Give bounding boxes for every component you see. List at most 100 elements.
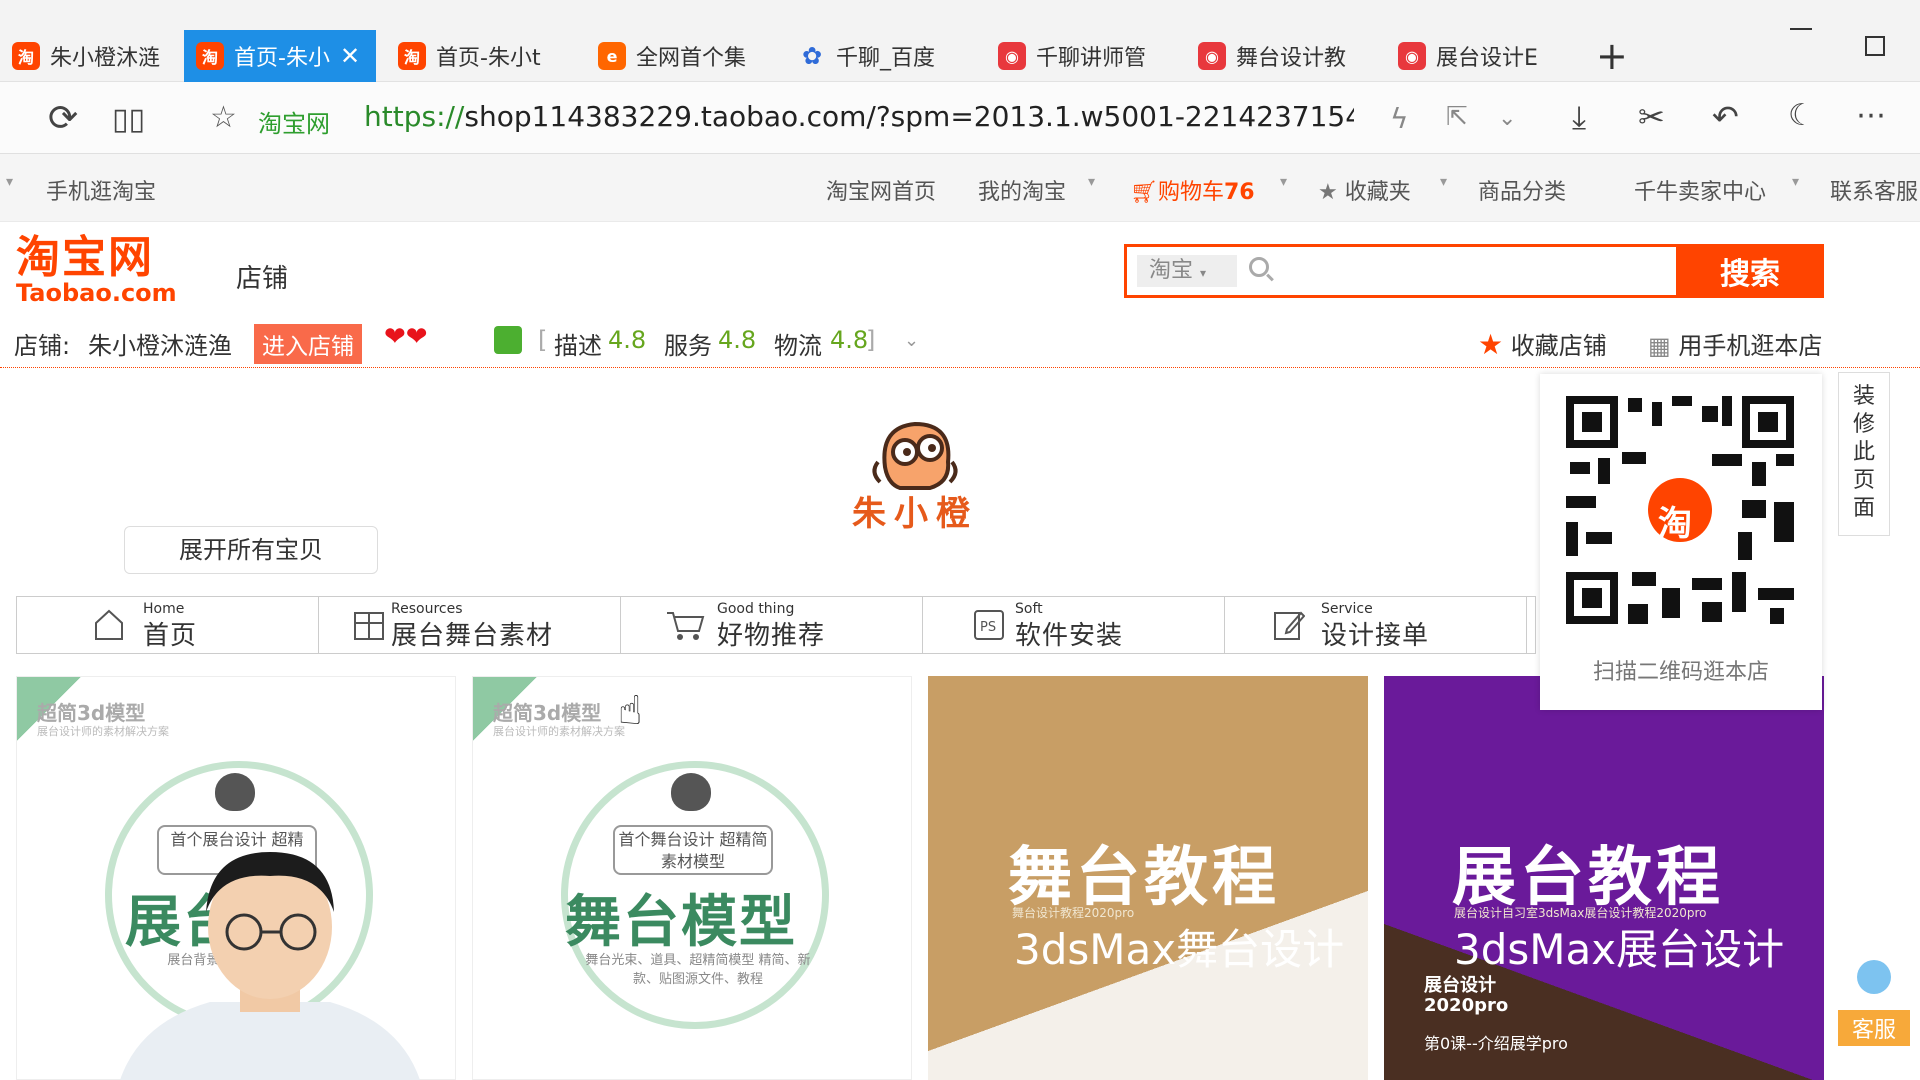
cart-icon bbox=[667, 612, 705, 640]
night-mode-icon[interactable]: ☾ bbox=[1788, 98, 1815, 133]
qr-code-icon: ▦ bbox=[1648, 332, 1671, 360]
tab-4[interactable]: ✿ 千聊_百度 bbox=[786, 30, 966, 82]
tab-6[interactable]: ◉ 舞台设计教 bbox=[1186, 30, 1366, 82]
url-path: /?spm=2013.1.w5001-22142371546.3.36d4 bbox=[866, 100, 1354, 133]
address-bar: ⟳ ▯▯ ☆ 淘宝网 https://shop114383229.taobao.… bbox=[0, 82, 1920, 154]
nav-my-taobao[interactable]: 我的淘宝 bbox=[978, 174, 1066, 206]
taobao-icon: 淘 bbox=[12, 42, 40, 70]
mobile-shop-link[interactable]: ▦ 用手机逛本店 bbox=[1648, 326, 1822, 361]
category-good-thing[interactable]: Good thing 好物推荐 bbox=[621, 597, 923, 653]
qianliao-icon: ◉ bbox=[998, 42, 1026, 70]
category-soft[interactable]: PS Soft 软件安装 bbox=[923, 597, 1225, 653]
more-icon[interactable]: ⋯ bbox=[1856, 98, 1886, 133]
head-icon bbox=[671, 773, 711, 811]
star-icon: ★ bbox=[1478, 328, 1504, 361]
category-home[interactable]: Home 首页 bbox=[17, 597, 319, 653]
undo-icon[interactable]: ↶ bbox=[1712, 98, 1739, 136]
category-cn: 首页 bbox=[143, 621, 198, 651]
tab-1[interactable]: 淘 首页-朱小 ✕ bbox=[184, 30, 376, 82]
nav-favorites[interactable]: ★ 收藏夹 bbox=[1318, 174, 1411, 206]
search-box: 淘宝 ▾ 搜索 bbox=[1124, 244, 1824, 298]
qianliao-icon: ◉ bbox=[1198, 42, 1226, 70]
star-icon: ★ bbox=[1318, 180, 1338, 205]
shop-prefix: 店铺: bbox=[14, 332, 71, 360]
tab-0[interactable]: 淘 朱小橙沐涟 bbox=[0, 30, 180, 82]
search-input[interactable] bbox=[1239, 251, 1709, 291]
product-card-1[interactable]: 超简3d模型 展台设计师的素材解决方案 首个舞台设计 超精简素材模型 舞台模型 … bbox=[472, 676, 912, 1080]
favorite-star-icon[interactable]: ☆ bbox=[210, 100, 237, 135]
maximize-icon[interactable] bbox=[1865, 36, 1885, 56]
product-card-2[interactable]: 舞台教程 舞台设计教程2020pro 3dsMax舞台设计 bbox=[928, 676, 1368, 1080]
download-icon[interactable]: ⤓ bbox=[1572, 98, 1586, 137]
cart-icon: 🛒︎ bbox=[1130, 180, 1158, 205]
nav-cart[interactable]: 🛒︎购物车76 bbox=[1130, 174, 1255, 206]
svg-text:PS: PS bbox=[980, 620, 996, 635]
card-subtag: 展台设计师的素材解决方案 bbox=[493, 725, 625, 738]
edit-icon bbox=[1274, 611, 1305, 640]
scissors-icon[interactable]: ✂ bbox=[1638, 98, 1665, 136]
card-small-text: 舞台光束、道具、超精简模型 精简、新款、贴图源文件、教程 bbox=[585, 953, 811, 987]
category-resources[interactable]: Resources 展台舞台素材 bbox=[319, 597, 621, 653]
category-cn: 软件安装 bbox=[1015, 621, 1124, 651]
taobao-logo[interactable]: 淘宝网 Taobao.com bbox=[16, 236, 186, 308]
new-tab-icon[interactable]: + bbox=[1596, 34, 1628, 78]
search-button[interactable]: 搜索 bbox=[1676, 244, 1824, 298]
logo-en: Taobao.com bbox=[16, 279, 177, 307]
minimize-icon[interactable] bbox=[1790, 28, 1812, 30]
fav-shop-label: 收藏店铺 bbox=[1510, 332, 1607, 360]
home-icon bbox=[95, 609, 123, 640]
nav-taobao-home[interactable]: 淘宝网首页 bbox=[826, 174, 936, 206]
nav-seller-center[interactable]: 千牛卖家中心 bbox=[1634, 174, 1766, 206]
logistics-score: 4.8 bbox=[830, 326, 869, 354]
tab-7[interactable]: ◉ 展台设计E bbox=[1386, 30, 1566, 82]
search-scope-select[interactable]: 淘宝 ▾ bbox=[1137, 255, 1237, 287]
cart-count: 76 bbox=[1223, 180, 1255, 205]
shop-name[interactable]: 朱小橙沐涟渔 bbox=[88, 326, 232, 361]
enter-shop-button[interactable]: 进入店铺 bbox=[254, 324, 362, 364]
card-lesson: 第0课--介绍展学pro bbox=[1424, 1034, 1568, 1053]
qianliao-icon: ◉ bbox=[1398, 42, 1426, 70]
chevron-down-icon[interactable]: ⌄ bbox=[1498, 106, 1516, 131]
expand-all-items-button[interactable]: 展开所有宝贝 bbox=[124, 526, 378, 574]
close-icon[interactable]: ✕ bbox=[340, 42, 360, 70]
share-icon[interactable]: ⇱ bbox=[1446, 102, 1468, 132]
card-tag: 超简3d模型 bbox=[493, 701, 602, 725]
chevron-down-icon: ▾ bbox=[1280, 174, 1288, 190]
baidu-paw-icon: ✿ bbox=[801, 42, 823, 70]
desc-score: 4.8 bbox=[608, 326, 647, 354]
qr-caption: 扫描二维码逛本店 bbox=[1592, 660, 1769, 685]
shop-info-bar: 店铺: 朱小橙沐涟渔 进入店铺 ❤❤ [ 描述 4.8 服务 4.8 物流 4.… bbox=[0, 318, 1920, 368]
card-pill: 首个舞台设计 超精简素材模型 bbox=[613, 825, 773, 875]
rating-badge-icon bbox=[494, 326, 522, 354]
head-icon bbox=[215, 773, 255, 811]
tab-title: 朱小橙沐涟 bbox=[50, 46, 161, 71]
nav-categories[interactable]: 商品分类 bbox=[1478, 174, 1566, 206]
chevron-down-icon[interactable]: ⌄ bbox=[904, 330, 919, 351]
fav-shop-link[interactable]: ★ 收藏店铺 bbox=[1478, 326, 1607, 361]
customer-service-button[interactable]: 客服 bbox=[1838, 960, 1910, 1050]
decorate-page-button[interactable]: 装修此页面 bbox=[1838, 372, 1890, 536]
tab-3[interactable]: e 全网首个集 bbox=[586, 30, 766, 82]
mobile-shop-label: 用手机逛本店 bbox=[1678, 332, 1823, 360]
reading-view-icon[interactable]: ▯▯ bbox=[112, 102, 145, 137]
grid-icon bbox=[354, 612, 384, 640]
category-cn: 好物推荐 bbox=[717, 621, 826, 651]
logo-cn: 淘宝网 bbox=[16, 232, 154, 283]
tab-5[interactable]: ◉ 千聊讲师管 bbox=[986, 30, 1166, 82]
tmall-icon: e bbox=[598, 42, 626, 70]
product-card-3[interactable]: 展台教程 展台设计自习室3dsMax展台设计教程2020pro 3dsMax展台… bbox=[1384, 676, 1824, 1080]
nav-mobile-taobao[interactable]: 手机逛淘宝 bbox=[46, 174, 156, 206]
lightning-icon[interactable]: ϟ bbox=[1390, 102, 1408, 135]
tab-title: 首页-朱小t bbox=[436, 46, 541, 71]
browser-tab-bar: 淘 朱小橙沐涟 淘 首页-朱小 ✕ 淘 首页-朱小t e 全网首个集 ✿ 千聊_… bbox=[0, 0, 1920, 82]
service-label: 客服 bbox=[1838, 1010, 1910, 1046]
desc-label: 描述 bbox=[554, 332, 602, 360]
card-subtag: 展台设计师的素材解决方案 bbox=[37, 725, 169, 738]
tab-2[interactable]: 淘 首页-朱小t bbox=[386, 30, 566, 82]
nav-contact[interactable]: 联系客服 bbox=[1830, 174, 1918, 206]
refresh-icon[interactable]: ⟳ bbox=[48, 98, 78, 139]
url-field[interactable]: https://shop114383229.taobao.com/?spm=20… bbox=[364, 100, 1354, 133]
category-service[interactable]: Service 设计接单 bbox=[1225, 597, 1527, 653]
card-big-text: 3dsMax舞台设计 bbox=[1014, 925, 1345, 974]
bracket-close: ] bbox=[866, 326, 876, 354]
